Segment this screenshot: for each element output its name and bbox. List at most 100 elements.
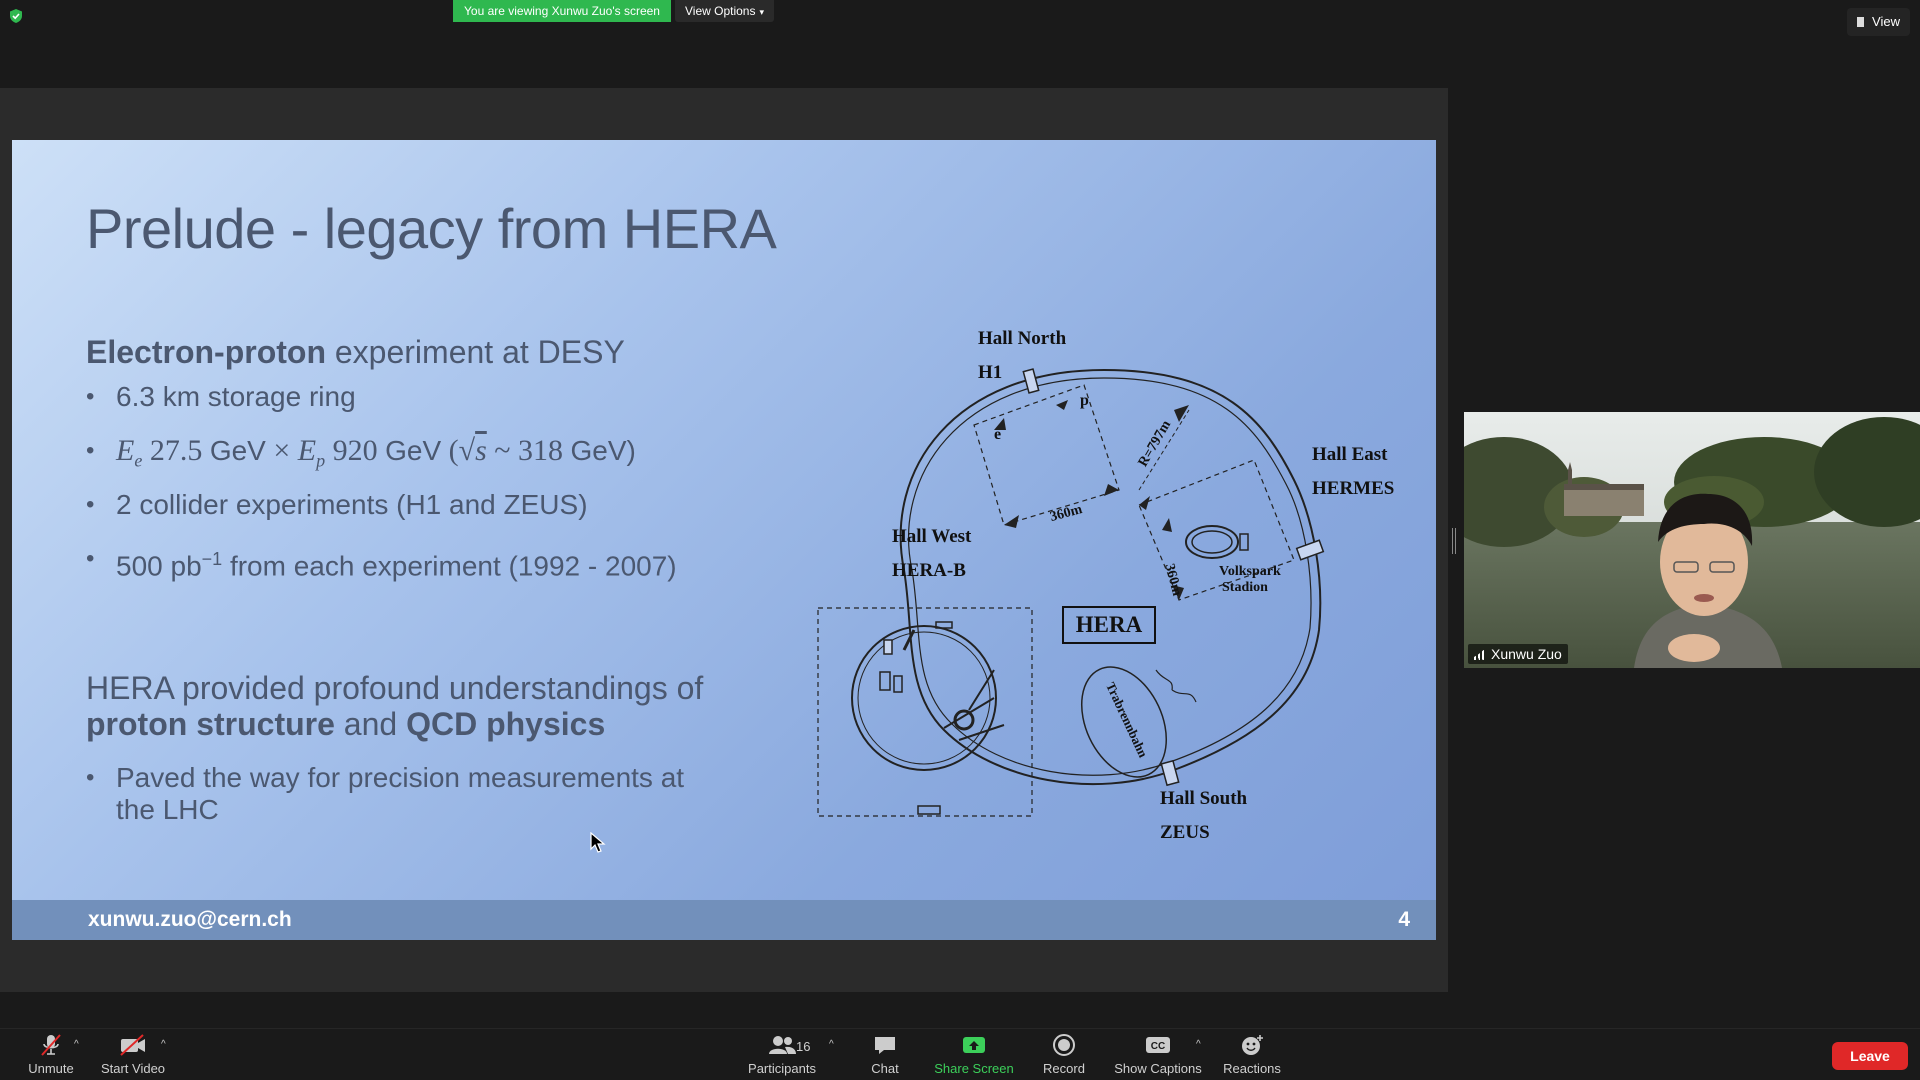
meeting-window: You are viewing Xunwu Zuo's screen View … [0,0,1920,1080]
video-feed-image [1464,412,1920,668]
math-approx: ~ 318 [486,434,571,467]
microphone-muted-icon [41,1034,61,1056]
participants-icon [769,1036,796,1054]
hera-ring-drawing [817,368,1325,817]
record-button[interactable]: Record [1036,1033,1092,1076]
label-e: e [994,426,1002,443]
viewing-screen-banner: You are viewing Xunwu Zuo's screen [453,0,671,22]
cc-glyph: CC [1151,1041,1165,1052]
view-button-label: View [1872,14,1900,29]
math-times: × [265,434,298,467]
math-p-sub: p [316,450,326,471]
participants-options-caret-icon[interactable]: ^ [829,1039,834,1050]
view-options-label: View Options [685,4,756,18]
label-h1: H1 [978,362,1003,383]
bullet-text: 2 collider experiments (H1 and ZEUS) [116,489,588,520]
bullet-text: Paved the way for precision measurements… [116,762,685,825]
summary-bold-1: proton structure [86,706,335,742]
label-zeus: ZEUS [1160,822,1210,843]
bullet-item: 2 collider experiments (H1 and ZEUS) [86,488,677,542]
chat-button[interactable]: Chat [860,1033,910,1076]
start-video-label: Start Video [100,1061,166,1076]
reactions-label: Reactions [1223,1061,1281,1076]
audio-options-caret-icon[interactable]: ^ [74,1039,79,1050]
meeting-controls-toolbar: Unmute ^ Start Video ^ Participants 16 ^ [0,1028,1920,1080]
paren-open: ( [441,434,459,467]
show-captions-button[interactable]: CC Show Captions [1110,1033,1206,1076]
chat-label: Chat [871,1061,899,1076]
lumi-sup: −1 [201,549,223,569]
record-icon [1053,1034,1075,1056]
bullet-list-2: Paved the way for precision measurements… [86,762,726,826]
unit-gev-2: GeV [385,435,442,466]
participants-count: 16 [796,1039,811,1054]
bullet-item: Paved the way for precision measurements… [86,762,726,826]
lumi-post: from each experiment (1992 - 2007) [222,550,677,582]
mouse-pointer-icon [590,832,606,853]
record-label: Record [1043,1061,1085,1076]
unmute-button[interactable]: Unmute [20,1033,82,1076]
sqrt-symbol: √ [458,434,476,467]
math-ep: E [297,434,317,467]
slide-footer: xunwu.zuo@cern.ch 4 [12,900,1436,940]
chevron-down-icon: ▾ [759,7,765,17]
slide-page-number: 4 [1398,908,1410,931]
closed-captions-icon: CC [1146,1037,1170,1053]
bullet-text: 6.3 km storage ring [116,381,356,412]
lumi-pre: 500 pb [116,550,202,582]
math-p-val: 920 [325,434,386,467]
unit-gev-1: GeV [209,435,266,466]
bullet-item: 6.3 km storage ring [86,380,677,434]
subhead-bold: Electron-proton [86,334,326,370]
encryption-shield-icon[interactable] [9,9,23,23]
label-stadion: Stadion [1222,580,1268,595]
hera-ring-diagram: Hall North H1 Hall East HERMES Hall West… [794,310,1414,880]
participants-label: Participants [748,1061,816,1076]
participant-video-tile[interactable]: Xunwu Zuo [1464,412,1920,668]
subhead-rest: experiment at DESY [325,334,625,370]
summary-bold-2: QCD physics [406,706,606,742]
math-s: s [475,434,487,467]
unit-gev-3: GeV) [570,435,636,466]
summary-paragraph: HERA provided profound understandings of… [86,670,766,742]
video-camera-off-icon [120,1034,145,1056]
slide-subhead: Electron-proton experiment at DESY [86,334,625,371]
summary-line-2: proton structure and QCD physics [86,706,766,742]
view-button[interactable]: View [1847,8,1910,36]
label-volkspark: Volkspark [1219,564,1281,579]
bullet-item-energy: Ee 27.5 GeV × Ep 920 GeV (√s ~ 318 GeV) [86,434,677,488]
slide-title: Prelude - legacy from HERA [86,197,777,260]
captions-options-caret-icon[interactable]: ^ [1196,1039,1201,1050]
label-hall-north: Hall North [978,328,1067,349]
label-hera-box: HERA [1062,606,1156,644]
show-captions-label: Show Captions [1114,1061,1202,1076]
leave-meeting-button[interactable]: Leave [1832,1042,1908,1070]
summary-line-1: HERA provided profound understandings of [86,670,704,706]
label-hall-south: Hall South [1160,788,1248,809]
panel-resize-handle[interactable] [1452,528,1456,554]
label-hall-east: Hall East [1312,444,1388,465]
shared-screen-area: Prelude - legacy from HERA Electron-prot… [0,88,1448,992]
view-options-button[interactable]: View Options ▾ [675,0,775,22]
start-video-button[interactable]: Start Video [96,1033,170,1076]
label-p: p [1080,392,1089,409]
participant-name: Xunwu Zuo [1491,646,1562,662]
math-e: E [116,434,135,467]
unmute-label: Unmute [28,1061,74,1076]
reactions-button[interactable]: Reactions [1220,1033,1284,1076]
math-e-val: 27.5 [142,434,210,467]
bullet-item-luminosity: 500 pb−1 from each experiment (1992 - 20… [86,542,677,596]
label-hall-west: Hall West [892,526,972,547]
presentation-slide: Prelude - legacy from HERA Electron-prot… [12,140,1436,940]
summary-mid: and [334,706,407,742]
signal-strength-icon [1474,650,1486,660]
footer-email: xunwu.zuo@cern.ch [88,908,292,931]
label-hera-b: HERA-B [892,560,966,581]
share-screen-icon [963,1037,985,1053]
share-screen-label: Share Screen [934,1061,1014,1076]
video-options-caret-icon[interactable]: ^ [161,1039,166,1050]
label-hermes: HERMES [1312,478,1395,499]
participant-name-tag: Xunwu Zuo [1468,644,1568,664]
share-screen-button[interactable]: Share Screen [930,1033,1018,1076]
bullet-list: 6.3 km storage ring Ee 27.5 GeV × Ep 920… [86,380,677,596]
